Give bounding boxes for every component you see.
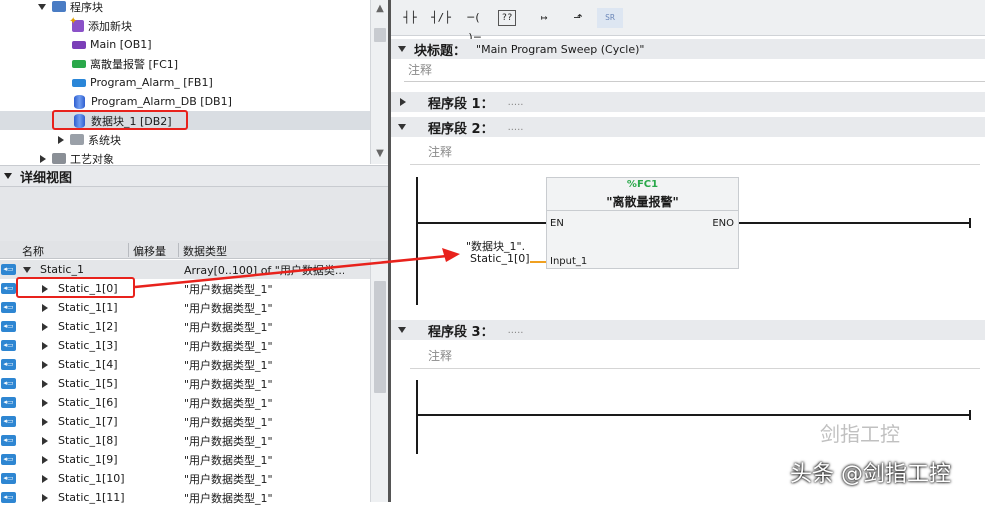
watermark: 头条 @剑指工控 bbox=[790, 462, 951, 487]
watermark-faint: 剑指工控 bbox=[820, 422, 900, 446]
